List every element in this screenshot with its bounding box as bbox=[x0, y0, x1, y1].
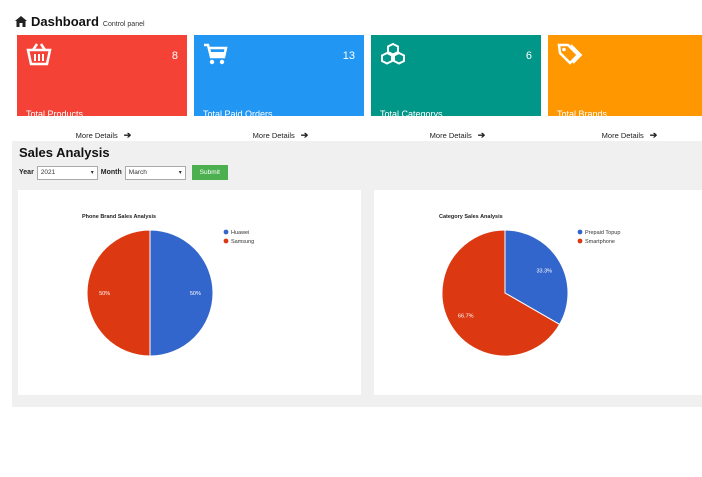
slice-label: 33.3% bbox=[536, 268, 552, 274]
card-count: 6 bbox=[525, 50, 532, 62]
legend-marker bbox=[223, 238, 229, 244]
year-label: Year bbox=[19, 169, 34, 176]
sales-analysis-panel: Sales Analysis Year 2021 ▾ Month March ▾… bbox=[12, 141, 702, 407]
cart-icon bbox=[204, 43, 228, 65]
card-label: Total Brands bbox=[557, 109, 608, 119]
button-label: More Details bbox=[601, 130, 644, 140]
category-pie-chart: Category Sales Analysis 33.3% Prepaid Topu… bbox=[439, 214, 620, 357]
page-subtitle: Control panel bbox=[102, 21, 145, 28]
chart-card-category: Category Sales Analysis 33.3% Prepaid Topu… bbox=[374, 190, 702, 395]
page-title: Dashboard bbox=[31, 14, 99, 29]
sales-filters: Year 2021 ▾ Month March ▾ Submit bbox=[19, 165, 228, 180]
card-label: Total Products bbox=[26, 109, 84, 119]
legend-label[interactable]: Samsung bbox=[231, 239, 254, 245]
card-total-paid-orders: 13 Total Paid Orders More Details ➔ bbox=[194, 35, 364, 144]
card-count: 8 bbox=[171, 50, 178, 62]
cubes-icon bbox=[381, 42, 405, 65]
chart-card-phone-brand: Phone Brand Sales Analysis 50% Huawei 50% Sa… bbox=[18, 190, 361, 395]
slice-label: 50% bbox=[190, 291, 201, 297]
arrow-right-icon: ➔ bbox=[649, 129, 658, 140]
pie-slice[interactable] bbox=[149, 229, 214, 357]
pie-slice[interactable] bbox=[86, 229, 151, 357]
month-select-value: March bbox=[128, 169, 147, 176]
card-label: Total Categorys bbox=[380, 109, 443, 119]
legend-label[interactable]: Huawei bbox=[231, 230, 249, 236]
card-label: Total Paid Orders bbox=[203, 109, 273, 119]
card-count: 13 bbox=[342, 50, 355, 62]
arrow-right-icon: ➔ bbox=[300, 129, 309, 140]
chevron-down-icon: ▾ bbox=[90, 170, 94, 176]
chart-title: Phone Brand Sales Analysis bbox=[82, 214, 156, 220]
legend-label[interactable]: Smartphone bbox=[585, 239, 615, 245]
month-select[interactable]: March ▾ bbox=[124, 165, 186, 180]
chevron-down-icon: ▾ bbox=[178, 170, 182, 176]
card-total-products: 8 Total Products More Details ➔ bbox=[17, 35, 187, 144]
sales-analysis-title: Sales Analysis bbox=[19, 145, 110, 160]
button-label: More Details bbox=[252, 130, 295, 140]
tags-icon bbox=[557, 43, 583, 65]
chart-title: Category Sales Analysis bbox=[439, 214, 503, 220]
card-total-brands: Total Brands More Details ➔ bbox=[548, 35, 702, 144]
dashboard-icon bbox=[15, 16, 27, 27]
button-label: More Details bbox=[75, 130, 118, 140]
arrow-right-icon: ➔ bbox=[477, 129, 486, 140]
phone-brand-pie-chart: Phone Brand Sales Analysis 50% Huawei 50% Sa… bbox=[82, 214, 254, 357]
arrow-right-icon: ➔ bbox=[123, 129, 132, 140]
month-label: Month bbox=[100, 169, 122, 176]
slice-label: 66.7% bbox=[458, 314, 474, 320]
basket-icon bbox=[26, 43, 52, 66]
slice-label: 50% bbox=[99, 291, 110, 297]
year-select[interactable]: 2021 ▾ bbox=[36, 165, 98, 180]
card-total-categorys: 6 Total Categorys More Details ➔ bbox=[371, 35, 541, 144]
legend-marker bbox=[577, 238, 583, 244]
button-label: More Details bbox=[429, 130, 472, 140]
year-select-value: 2021 bbox=[40, 169, 56, 176]
submit-button[interactable]: Submit bbox=[191, 165, 228, 180]
legend-label[interactable]: Prepaid Topup bbox=[585, 230, 620, 236]
legend-marker bbox=[223, 229, 229, 235]
legend-marker bbox=[577, 229, 583, 235]
page-header: Dashboard Control panel bbox=[15, 14, 145, 29]
